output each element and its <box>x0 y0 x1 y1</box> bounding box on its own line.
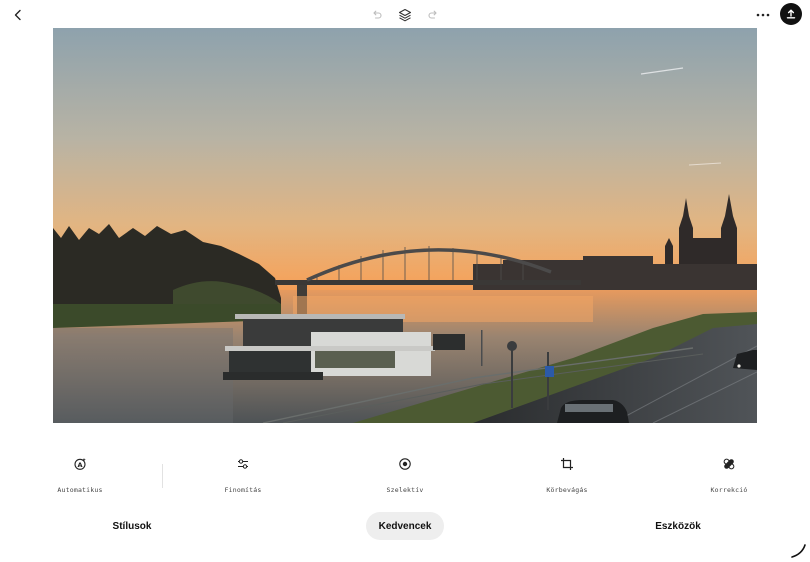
tool-healing[interactable]: Korrekció <box>674 456 784 494</box>
sliders-icon <box>235 456 251 472</box>
svg-text:A: A <box>77 461 82 469</box>
loading-arc-icon <box>790 543 808 559</box>
tab-tools-label: Eszközök <box>655 520 701 532</box>
more-options-button[interactable] <box>752 5 774 25</box>
crop-icon <box>559 456 575 472</box>
more-horizontal-icon <box>756 13 770 17</box>
sunset-river-photo <box>53 28 757 423</box>
tool-selective-label: Szelektív <box>386 486 424 494</box>
tool-fine-tune[interactable]: Finomítás <box>188 456 298 494</box>
tab-favorites-label: Kedvencek <box>378 520 432 532</box>
tools-divider <box>162 464 163 488</box>
adjust-toolbar: A Automatikus Finomítás Szelektív Körbev… <box>0 456 810 502</box>
tab-styles-label: Stílusok <box>112 520 152 532</box>
redo-icon <box>428 10 437 19</box>
tool-selective[interactable]: Szelektív <box>350 456 460 494</box>
tab-tools[interactable]: Eszközök <box>638 512 718 540</box>
chevron-left-icon <box>14 9 21 21</box>
tool-healing-label: Korrekció <box>710 486 748 494</box>
tab-styles[interactable]: Stílusok <box>92 512 172 540</box>
photo-canvas[interactable] <box>53 28 757 423</box>
healing-bandage-icon <box>721 456 737 472</box>
upload-icon <box>786 9 796 19</box>
tool-crop[interactable]: Körbevágás <box>512 456 622 494</box>
tab-favorites[interactable]: Kedvencek <box>366 512 444 540</box>
undo-icon <box>373 10 382 19</box>
auto-adjust-icon: A <box>72 456 88 472</box>
tool-fine-tune-label: Finomítás <box>224 486 262 494</box>
photo-editor: A Automatikus Finomítás Szelektív Körbev… <box>0 0 810 562</box>
tool-crop-label: Körbevágás <box>546 486 588 494</box>
layers-icon <box>398 8 412 22</box>
back-button[interactable] <box>8 5 28 25</box>
tool-automatic-label: Automatikus <box>57 486 103 494</box>
undo-button[interactable] <box>369 7 385 23</box>
tool-automatic[interactable]: A Automatikus <box>25 456 135 494</box>
redo-button[interactable] <box>425 7 441 23</box>
layers-button[interactable] <box>396 6 414 24</box>
export-button[interactable] <box>780 3 802 25</box>
selective-icon <box>397 456 413 472</box>
